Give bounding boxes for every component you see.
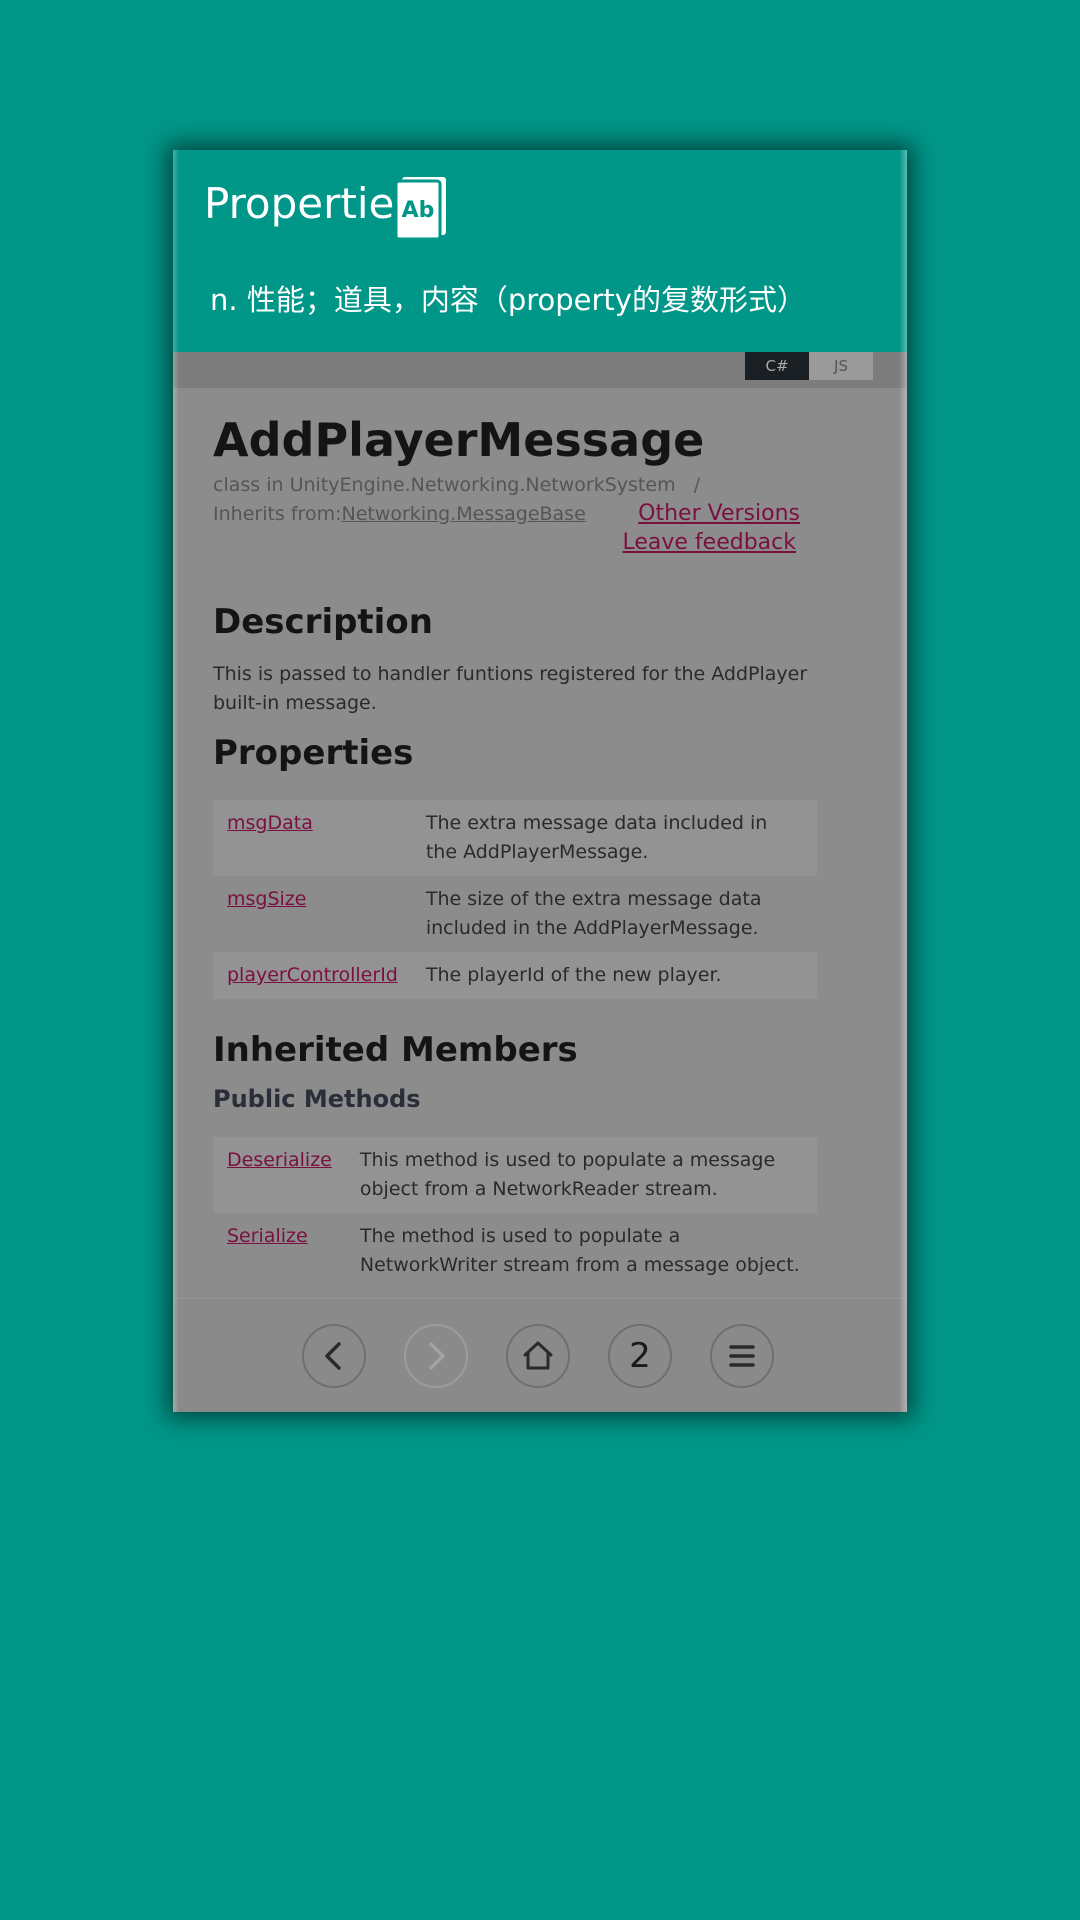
property-desc: The size of the extra message data inclu… — [425, 888, 762, 939]
description-text: This is passed to handler funtions regis… — [213, 663, 808, 714]
properties-heading: Properties — [213, 733, 414, 773]
tab-csharp[interactable]: C# — [745, 352, 809, 380]
tabs-button[interactable]: 2 — [608, 1324, 672, 1388]
method-desc: This method is used to populate a messag… — [345, 1137, 817, 1213]
property-link-msgsize[interactable]: msgSize — [227, 888, 306, 910]
public-methods-heading: Public Methods — [213, 1085, 421, 1113]
method-link-serialize[interactable]: Serialize — [227, 1225, 308, 1247]
table-row: Deserialize This method is used to popul… — [213, 1137, 817, 1213]
leave-feedback-link[interactable]: Leave feedback — [623, 528, 797, 558]
tab-javascript[interactable]: JS — [809, 352, 873, 380]
back-button[interactable] — [302, 1324, 366, 1388]
page-title: AddPlayerMessage — [213, 413, 705, 467]
inherits-label: Inherits from: — [213, 503, 342, 525]
property-desc: The extra message data included in the A… — [411, 800, 817, 876]
inherited-members-heading: Inherited Members — [213, 1030, 578, 1070]
table-row: msgData The extra message data included … — [213, 800, 817, 876]
table-row: msgSize The size of the extra message da… — [213, 876, 817, 952]
home-icon — [523, 1341, 553, 1370]
table-row: playerControllerId The playerId of the n… — [213, 952, 817, 999]
dictionary-icon-text: Ab — [402, 198, 435, 223]
property-link-msgdata[interactable]: msgData — [227, 812, 313, 834]
forward-button[interactable] — [404, 1324, 468, 1388]
method-link-deserialize[interactable]: Deserialize — [227, 1149, 332, 1171]
card-edge-left — [173, 150, 179, 1412]
other-versions-link[interactable]: Other Versions — [638, 499, 800, 529]
description-heading: Description — [213, 602, 433, 642]
breadcrumb-separator: / — [693, 474, 701, 496]
hamburger-menu-icon — [729, 1345, 755, 1367]
table-row: Serialize The method is used to populate… — [213, 1213, 817, 1289]
inherits-from: Inherits from:Networking.MessageBase — [213, 499, 586, 529]
class-path-text: class in UnityEngine.Networking.NetworkS… — [213, 474, 676, 496]
dictionary-popup-card: Properties Ab n. 性能；道具，内容（property的复数形式）… — [173, 150, 907, 1412]
class-path: class in UnityEngine.Networking.NetworkS… — [213, 470, 700, 500]
card-edge-right — [899, 150, 907, 1412]
property-desc: The playerId of the new player. — [411, 952, 817, 999]
inherits-link[interactable]: Networking.MessageBase — [341, 503, 585, 525]
chevron-right-icon — [429, 1342, 445, 1370]
chevron-left-icon — [325, 1342, 341, 1370]
bottom-nav-bar: 2 — [173, 1298, 907, 1412]
dictionary-book-icon[interactable]: Ab — [394, 177, 448, 241]
methods-table: Deserialize This method is used to popul… — [213, 1137, 817, 1289]
tab-count: 2 — [629, 1336, 651, 1376]
language-toggle-bar: C# JS — [173, 352, 907, 388]
word-header: Properties Ab n. 性能；道具，内容（property的复数形式） — [173, 150, 907, 352]
menu-button[interactable] — [710, 1324, 774, 1388]
property-link-playercontrollerid[interactable]: playerControllerId — [227, 964, 398, 986]
home-button[interactable] — [506, 1324, 570, 1388]
method-desc: The method is used to populate a Network… — [359, 1225, 800, 1276]
word-definition: n. 性能；道具，内容（property的复数形式） — [210, 283, 806, 317]
word-title: Properties — [204, 179, 417, 228]
properties-table: msgData The extra message data included … — [213, 800, 817, 999]
